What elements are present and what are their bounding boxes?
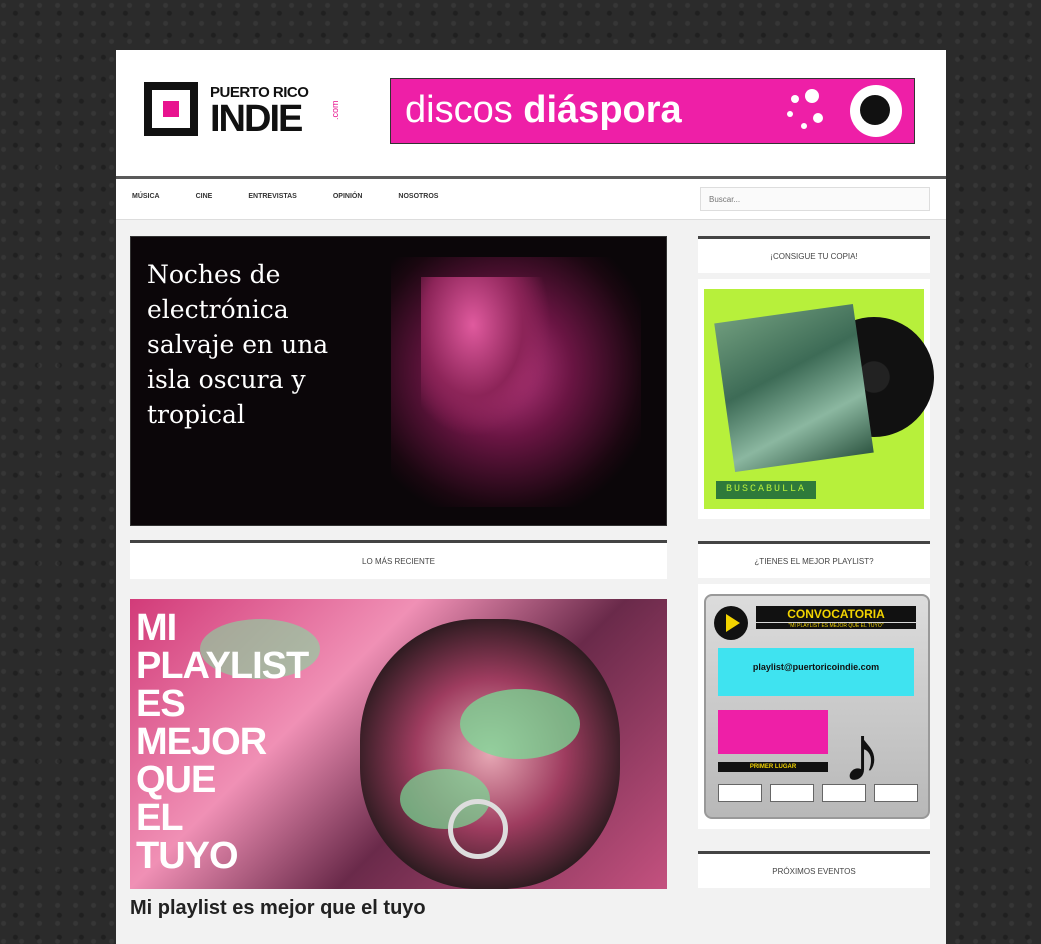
convocatoria-info-box: playlist@puertoricoindie.com xyxy=(718,648,914,696)
search-input[interactable] xyxy=(700,187,930,211)
feature-image-line: TUYO xyxy=(136,835,239,877)
article-title[interactable]: Mi playlist es mejor que el tuyo xyxy=(130,897,667,920)
hero-title[interactable]: Noches de electrónica salvaje en una isl… xyxy=(147,257,377,432)
convocatoria-subtitle: "MI PLAYLIST ES MEJOR QUE EL TUYO" xyxy=(756,623,916,629)
widget-title-eventos: PRÓXIMOS EVENTOS xyxy=(698,851,930,888)
sponsor-logo xyxy=(874,784,918,802)
nav-item-entrevistas[interactable]: ENTREVISTAS xyxy=(248,193,297,200)
feature-ring xyxy=(448,799,508,859)
ad-word1: discos xyxy=(405,89,513,131)
feature-image-text: MI PLAYLIST ES MEJOR QUE EL TUYO xyxy=(136,607,309,877)
widget-title-consigue: ¡CONSIGUE TU COPIA! xyxy=(698,236,930,273)
music-note-icon: ♪ xyxy=(842,709,882,798)
convocatoria-banner[interactable]: CONVOCATORIA "MI PLAYLIST ES MEJOR QUE E… xyxy=(704,594,930,819)
logo-line2: INDIE xyxy=(210,98,303,140)
widget-album[interactable]: BUSCABULLA EP xyxy=(698,279,934,519)
article-meta xyxy=(130,932,667,938)
feature-image-line: MEJOR xyxy=(136,721,267,763)
sponsor-logos xyxy=(718,784,918,802)
hero-image-figure xyxy=(421,277,551,437)
convocatoria-email: playlist@puertoricoindie.com xyxy=(752,662,880,672)
logo-mark-icon xyxy=(144,82,198,136)
play-icon xyxy=(714,606,748,640)
sponsor-logo xyxy=(770,784,814,802)
album-label: BUSCABULLA EP xyxy=(716,481,816,513)
ad-splatter-icon xyxy=(783,89,843,135)
feature-image-line: MI xyxy=(136,607,177,649)
section-recent-heading: LO MÁS RECIENTE xyxy=(130,540,667,579)
convocatoria-prize: PRIMER LUGAR xyxy=(718,762,828,772)
feature-image-line: EL xyxy=(136,797,184,839)
site-logo[interactable]: PUERTO RICO INDIE .com xyxy=(144,80,344,146)
widget-title-playlist: ¿TIENES EL MEJOR PLAYLIST? xyxy=(698,541,930,578)
convocatoria-title: CONVOCATORIA xyxy=(756,606,916,622)
nav-items: MÚSICA CINE ENTREVISTAS OPINIÓN NOSOTROS xyxy=(132,193,474,200)
ad-word2: diáspora xyxy=(523,89,682,131)
album-cover-art xyxy=(714,303,874,473)
feature-image-line: PLAYLIST xyxy=(136,645,309,687)
sidebar: ¡CONSIGUE TU COPIA! BUSCABULLA EP ¿TIENE… xyxy=(698,236,934,888)
widget-convocatoria[interactable]: CONVOCATORIA "MI PLAYLIST ES MEJOR QUE E… xyxy=(698,584,930,829)
main-nav: MÚSICA CINE ENTREVISTAS OPINIÓN NOSOTROS xyxy=(116,179,946,220)
main-column: Noches de electrónica salvaje en una isl… xyxy=(130,236,667,938)
nav-item-musica[interactable]: MÚSICA xyxy=(132,193,160,200)
nav-item-nosotros[interactable]: NOSOTROS xyxy=(398,193,438,200)
nav-item-opinion[interactable]: OPINIÓN xyxy=(333,193,363,200)
feature-image-line: QUE xyxy=(136,759,216,801)
sponsor-logo xyxy=(822,784,866,802)
feature-image[interactable]: MI PLAYLIST ES MEJOR QUE EL TUYO xyxy=(130,599,667,889)
nav-item-cine[interactable]: CINE xyxy=(196,193,213,200)
convocatoria-pink-box xyxy=(718,710,828,754)
page: PUERTO RICO INDIE .com discos diáspora M… xyxy=(116,50,946,944)
feature-image-line: ES xyxy=(136,683,186,725)
album-cover-image[interactable]: BUSCABULLA EP xyxy=(704,289,934,513)
site-header: PUERTO RICO INDIE .com discos diáspora xyxy=(116,50,946,179)
feature-paint xyxy=(460,689,580,759)
logo-line3: .com xyxy=(330,100,340,120)
banner-ad[interactable]: discos diáspora xyxy=(390,78,915,144)
ad-text: discos diáspora xyxy=(405,89,682,132)
record-icon xyxy=(850,85,902,137)
hero-article[interactable]: Noches de electrónica salvaje en una isl… xyxy=(130,236,667,526)
sponsor-logo xyxy=(718,784,762,802)
